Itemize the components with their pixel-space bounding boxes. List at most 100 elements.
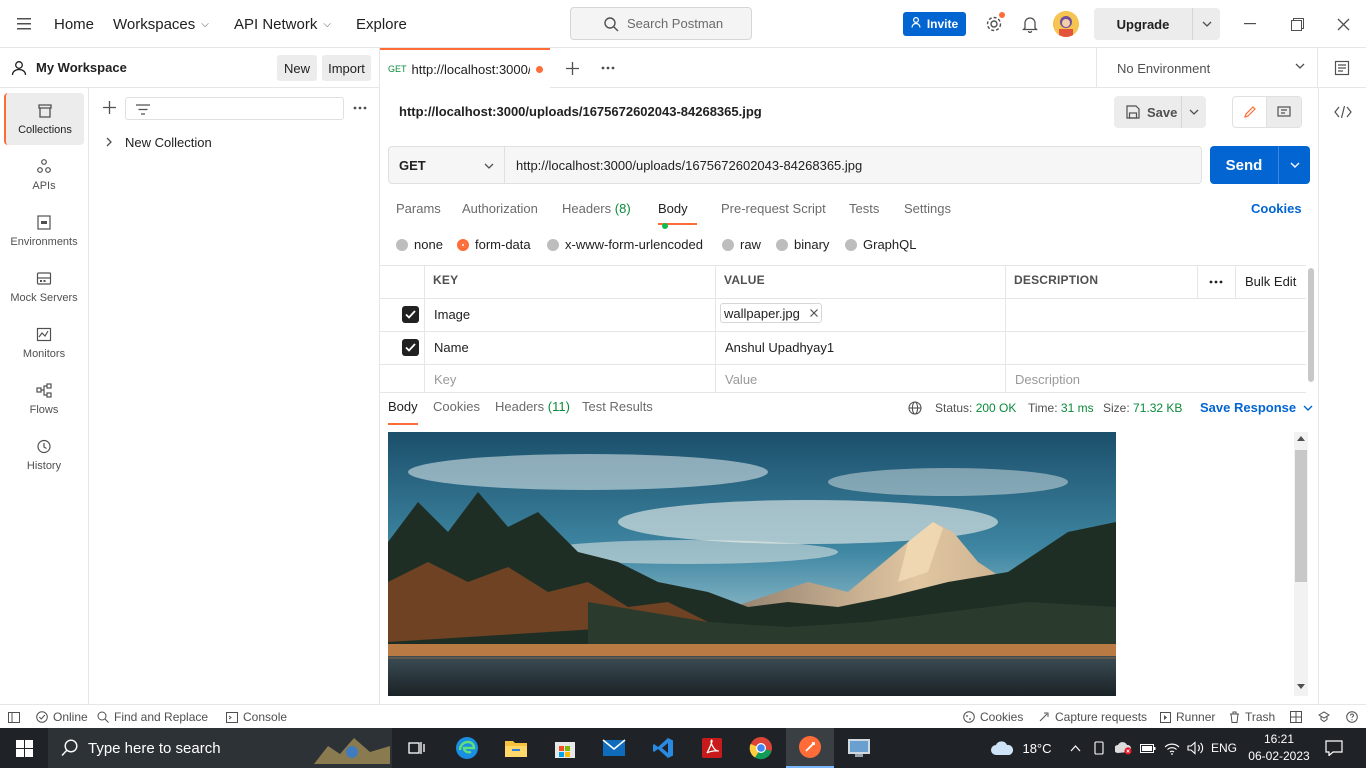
filter-input[interactable] xyxy=(125,97,344,120)
bootcamp-icon[interactable] xyxy=(1318,705,1330,729)
tab-body[interactable]: Body xyxy=(658,201,697,229)
row-checkbox[interactable] xyxy=(402,339,419,356)
cookies-status-button[interactable]: Cookies xyxy=(963,705,1023,729)
rail-flows[interactable]: Flows xyxy=(4,373,84,425)
new-value-input[interactable]: Value xyxy=(725,372,757,387)
store-icon[interactable] xyxy=(547,728,583,768)
menu-icon[interactable] xyxy=(14,14,34,34)
scroll-down-icon[interactable] xyxy=(1297,684,1305,689)
radio-none[interactable]: none xyxy=(396,237,443,252)
row-key[interactable]: Name xyxy=(434,340,469,355)
response-tab-body[interactable]: Body xyxy=(388,399,418,425)
maximize-icon[interactable] xyxy=(1287,14,1307,34)
radio-raw[interactable]: raw xyxy=(722,237,761,252)
globe-icon[interactable] xyxy=(907,400,922,415)
url-input[interactable]: http://localhost:3000/uploads/1675672602… xyxy=(505,158,862,173)
vscode-icon[interactable] xyxy=(645,728,681,768)
tab-authorization[interactable]: Authorization xyxy=(462,201,538,225)
console-button[interactable]: Console xyxy=(226,705,287,729)
weather-widget[interactable]: 18°C xyxy=(988,728,1054,768)
sidebar-toggle-icon[interactable] xyxy=(8,705,20,729)
save-response-button[interactable]: Save Response xyxy=(1200,400,1313,415)
taskbar-search-input[interactable]: Type here to search xyxy=(48,728,392,768)
rail-environments[interactable]: Environments xyxy=(4,205,84,257)
battery-icon[interactable] xyxy=(1139,728,1157,768)
row-key[interactable]: Image xyxy=(434,307,470,322)
wifi-icon[interactable] xyxy=(1163,728,1181,768)
response-scrollbar[interactable] xyxy=(1294,432,1308,696)
import-button[interactable]: Import xyxy=(322,55,371,81)
rail-mock-servers[interactable]: Mock Servers xyxy=(4,261,84,313)
chevron-down-icon[interactable] xyxy=(1184,109,1204,115)
bulk-edit-button[interactable]: Bulk Edit xyxy=(1245,274,1296,289)
radio-binary[interactable]: binary xyxy=(776,237,829,252)
response-tab-headers[interactable]: Headers (11) xyxy=(495,399,570,425)
trash-button[interactable]: Trash xyxy=(1229,705,1275,729)
table-scrollbar[interactable] xyxy=(1308,268,1314,382)
new-key-input[interactable]: Key xyxy=(434,372,456,387)
app-icon[interactable] xyxy=(841,728,877,768)
capture-requests-button[interactable]: Capture requests xyxy=(1038,705,1147,729)
close-icon[interactable] xyxy=(1333,14,1353,34)
save-button[interactable]: Save xyxy=(1114,96,1206,128)
settings-icon[interactable] xyxy=(984,12,1005,34)
code-icon[interactable] xyxy=(1333,104,1353,120)
request-title[interactable]: http://localhost:3000/uploads/1675672602… xyxy=(399,100,762,124)
minimize-icon[interactable] xyxy=(1240,14,1260,34)
radio-x-www-form-urlencoded[interactable]: x-www-form-urlencoded xyxy=(547,237,703,252)
table-options-icon[interactable] xyxy=(1208,279,1224,285)
mail-icon[interactable] xyxy=(596,728,632,768)
tab-pre-request-script[interactable]: Pre-request Script xyxy=(721,201,826,225)
rail-history[interactable]: History xyxy=(4,429,84,481)
notifications-icon[interactable] xyxy=(1320,728,1348,768)
layout-icon[interactable] xyxy=(1290,705,1302,729)
rail-monitors[interactable]: Monitors xyxy=(4,317,84,369)
task-view-icon[interactable] xyxy=(400,728,434,768)
online-status[interactable]: Online xyxy=(36,705,88,729)
file-chip[interactable]: wallpaper.jpg xyxy=(720,303,822,323)
chrome-icon[interactable] xyxy=(743,728,779,768)
row-value[interactable]: Anshul Upadhyay1 xyxy=(725,340,834,355)
tab-options-icon[interactable] xyxy=(598,62,618,74)
row-checkbox[interactable] xyxy=(402,306,419,323)
rail-collections[interactable]: Collections xyxy=(4,93,84,145)
tab-settings[interactable]: Settings xyxy=(904,201,951,225)
invite-button[interactable]: Invite xyxy=(903,12,966,36)
response-tab-cookies[interactable]: Cookies xyxy=(433,399,480,425)
tab-tests[interactable]: Tests xyxy=(849,201,879,225)
more-options-icon[interactable] xyxy=(351,100,369,116)
nav-workspaces[interactable]: Workspaces ⌵ xyxy=(113,0,209,48)
upgrade-button[interactable]: Upgrade xyxy=(1094,8,1220,40)
new-button[interactable]: New xyxy=(277,55,317,81)
runner-button[interactable]: Runner xyxy=(1160,705,1215,729)
request-tab[interactable]: GET http://localhost:3000/u xyxy=(380,48,550,88)
help-icon[interactable] xyxy=(1346,705,1358,729)
pdf-reader-icon[interactable] xyxy=(694,728,730,768)
remove-file-icon[interactable] xyxy=(809,309,818,317)
clock[interactable]: 16:21 06-02-2023 xyxy=(1244,730,1314,766)
new-tab-icon[interactable] xyxy=(564,60,580,76)
file-explorer-icon[interactable] xyxy=(498,728,534,768)
windows-start-icon[interactable] xyxy=(0,728,48,768)
radio-form-data[interactable]: form-data xyxy=(457,237,531,252)
device-icon[interactable] xyxy=(1090,728,1108,768)
language-indicator[interactable]: ENG xyxy=(1210,728,1238,768)
postman-taskbar-icon[interactable] xyxy=(786,728,834,768)
send-button[interactable]: Send xyxy=(1210,146,1310,184)
sync-error-icon[interactable] xyxy=(1114,728,1134,768)
edit-icon[interactable] xyxy=(1233,97,1267,127)
chevron-up-icon[interactable] xyxy=(1066,728,1084,768)
edge-icon[interactable] xyxy=(449,728,485,768)
scrollbar-thumb[interactable] xyxy=(1295,450,1307,582)
method-select[interactable]: GET xyxy=(389,147,505,183)
chevron-down-icon[interactable] xyxy=(1193,21,1220,27)
collection-item[interactable]: New Collection xyxy=(105,133,212,151)
environment-select[interactable]: No Environment xyxy=(1096,48,1318,88)
comments-icon[interactable] xyxy=(1267,97,1301,127)
tab-params[interactable]: Params xyxy=(396,201,441,225)
rail-apis[interactable]: APIs xyxy=(4,149,84,201)
scroll-up-icon[interactable] xyxy=(1297,436,1305,441)
volume-icon[interactable] xyxy=(1185,728,1205,768)
avatar[interactable] xyxy=(1053,11,1079,37)
tab-headers[interactable]: Headers (8) xyxy=(562,201,631,225)
